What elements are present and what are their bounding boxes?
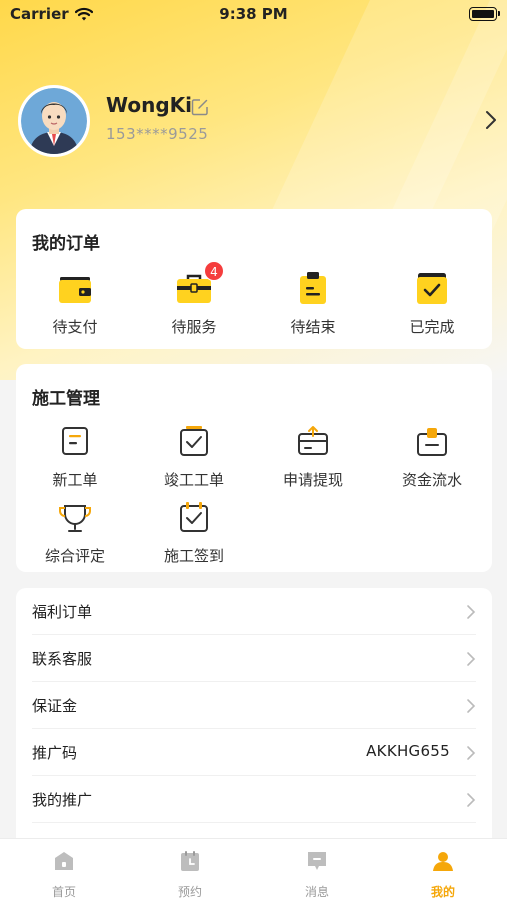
bottom-tab-bar: 首页 预约 消息 我的 xyxy=(0,838,507,900)
order-pending-payment-label: 待支付 xyxy=(52,318,98,336)
chevron-right-icon xyxy=(467,605,476,619)
order-pending-service[interactable]: 4 待服务 xyxy=(144,261,244,337)
promo-code-value: AKKHG655 xyxy=(366,742,450,760)
orders-title: 我的订单 xyxy=(32,234,100,254)
trophy-icon xyxy=(59,505,91,532)
construction-title: 施工管理 xyxy=(32,389,100,409)
tab-appointment[interactable]: 预约 xyxy=(150,849,230,900)
menu-item-label: 联系客服 xyxy=(32,650,93,668)
construction-checkin-label: 施工签到 xyxy=(163,547,224,565)
orders-card: 我的订单 待支付 4 待服务 待结束 已完成 xyxy=(16,209,492,349)
chevron-right-icon xyxy=(467,699,476,713)
edit-icon[interactable] xyxy=(190,97,210,117)
order-completed[interactable]: 已完成 xyxy=(382,269,482,337)
order-pending-service-label: 待服务 xyxy=(171,318,217,336)
menu-item-my-promotion[interactable]: 我的推广 xyxy=(32,776,476,823)
menu-item-label: 推广码 xyxy=(32,744,78,762)
comprehensive-rating[interactable]: 综合评定 xyxy=(25,498,125,566)
calendar-icon xyxy=(181,851,199,871)
order-pending-completion[interactable]: 待结束 xyxy=(263,269,363,337)
order-completed-label: 已完成 xyxy=(409,318,455,336)
calendar-checkin-icon xyxy=(180,502,208,532)
apply-withdrawal[interactable]: 申请提现 xyxy=(263,422,363,490)
menu-item-promo-code[interactable]: 推广码 AKKHG655 xyxy=(32,729,476,776)
order-pending-payment[interactable]: 待支付 xyxy=(25,269,125,337)
tab-messages-label: 消息 xyxy=(304,885,329,899)
construction-card: 施工管理 新工单 竣工工单 申请提现 资金流水 综合评定 施工签到 xyxy=(16,364,492,572)
calendar-check-icon xyxy=(180,426,208,456)
completed-work-order-label: 竣工工单 xyxy=(163,471,224,489)
home-icon xyxy=(55,852,73,870)
comprehensive-rating-label: 综合评定 xyxy=(44,547,105,565)
tab-appointment-label: 预约 xyxy=(177,885,202,899)
card-withdraw-icon xyxy=(298,426,328,455)
wallet-flow-icon xyxy=(417,428,447,456)
chevron-right-icon xyxy=(467,793,476,807)
clipboard-icon xyxy=(300,272,326,304)
menu-item-deposit[interactable]: 保证金 xyxy=(32,682,476,729)
username: WongKi xyxy=(106,93,192,117)
menu-item-label: 福利订单 xyxy=(32,603,93,621)
avatar[interactable] xyxy=(18,85,90,157)
chevron-right-icon xyxy=(467,746,476,760)
menu-card: 福利订单 联系客服 保证金 推广码 AKKHG655 我的推广 xyxy=(16,588,492,848)
message-icon xyxy=(308,852,326,870)
tab-messages[interactable]: 消息 xyxy=(277,849,357,900)
chevron-right-icon[interactable] xyxy=(484,109,498,131)
menu-item-label: 保证金 xyxy=(32,697,78,715)
check-box-icon xyxy=(417,273,447,304)
chevron-right-icon xyxy=(467,652,476,666)
status-bar: Carrier 9:38 PM xyxy=(0,0,507,30)
user-icon xyxy=(433,852,453,871)
completed-work-order[interactable]: 竣工工单 xyxy=(144,422,244,490)
apply-withdrawal-label: 申请提现 xyxy=(282,471,343,489)
tab-home-label: 首页 xyxy=(51,885,76,899)
fund-flow[interactable]: 资金流水 xyxy=(382,422,482,490)
tab-mine-label: 我的 xyxy=(430,885,455,899)
new-work-order[interactable]: 新工单 xyxy=(25,422,125,490)
menu-item-customer-service[interactable]: 联系客服 xyxy=(32,635,476,682)
tab-home[interactable]: 首页 xyxy=(24,849,104,900)
menu-item-label: 我的推广 xyxy=(32,791,93,809)
status-time: 9:38 PM xyxy=(219,5,288,23)
wallet-icon xyxy=(59,277,91,303)
tab-mine[interactable]: 我的 xyxy=(403,849,483,900)
profile-header[interactable]: WongKi 153****9525 xyxy=(18,85,498,160)
new-work-order-label: 新工单 xyxy=(52,471,98,489)
menu-item-welfare-orders[interactable]: 福利订单 xyxy=(32,588,476,635)
phone-number: 153****9525 xyxy=(106,125,209,143)
fund-flow-label: 资金流水 xyxy=(401,471,462,489)
pending-service-badge: 4 xyxy=(204,261,224,281)
battery-icon xyxy=(469,7,500,21)
order-pending-completion-label: 待结束 xyxy=(290,318,336,336)
construction-checkin[interactable]: 施工签到 xyxy=(144,498,244,566)
document-icon xyxy=(62,427,88,455)
